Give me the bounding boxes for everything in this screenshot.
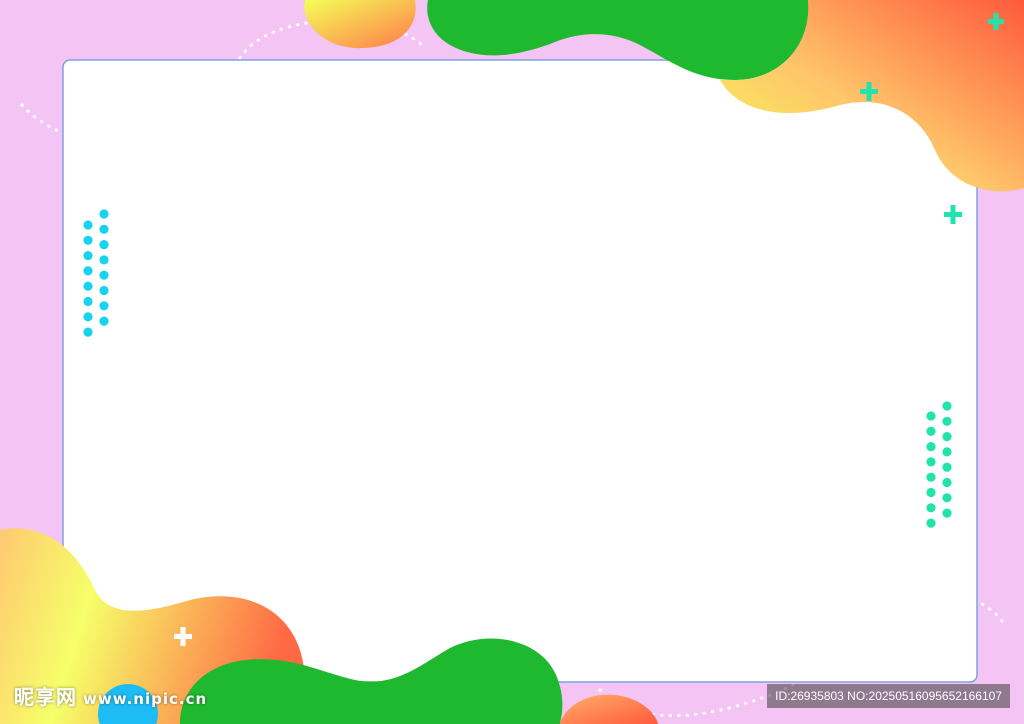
- watermark-brand: 昵享网: [14, 685, 77, 709]
- dot: [83, 235, 93, 245]
- dot: [942, 508, 952, 518]
- dot: [926, 518, 936, 528]
- dot: [942, 432, 952, 442]
- dot: [926, 487, 936, 498]
- dot: [926, 426, 936, 436]
- dot: [942, 493, 952, 503]
- dot: [942, 416, 952, 426]
- dot: [926, 442, 936, 452]
- watermark-id-bar: ID:26935803 NO:20250516095652166107: [767, 684, 1010, 708]
- dot: [99, 255, 109, 265]
- dot: [99, 224, 109, 234]
- dot: [83, 266, 93, 276]
- warm-blob-bottom-middle: [560, 694, 658, 724]
- dot: [99, 209, 109, 219]
- dot: [926, 503, 936, 513]
- dot: [83, 220, 93, 230]
- dotted-arc-right: [973, 598, 1005, 624]
- dot: [942, 447, 952, 457]
- dot: [99, 301, 109, 311]
- watermark-logo: 昵享网 www.nipic.cn: [14, 681, 207, 710]
- dot: [942, 401, 952, 411]
- dot: [942, 477, 952, 488]
- dot: [99, 316, 109, 326]
- dot: [83, 281, 93, 291]
- dot: [83, 327, 93, 337]
- dot: [926, 472, 936, 482]
- dot: [926, 457, 936, 467]
- dot: [926, 411, 936, 421]
- poster-frame-artwork: [0, 0, 1024, 724]
- dot: [83, 312, 93, 322]
- warm-blob-top-left: [304, 0, 416, 49]
- dot: [99, 270, 109, 280]
- dotted-arc-left: [20, 103, 66, 136]
- dot: [99, 285, 109, 296]
- dot: [99, 240, 109, 250]
- watermark-site: www.nipic.cn: [83, 690, 208, 708]
- dot: [83, 296, 93, 307]
- white-card: [62, 59, 978, 683]
- dot: [942, 462, 952, 472]
- dot: [83, 251, 93, 261]
